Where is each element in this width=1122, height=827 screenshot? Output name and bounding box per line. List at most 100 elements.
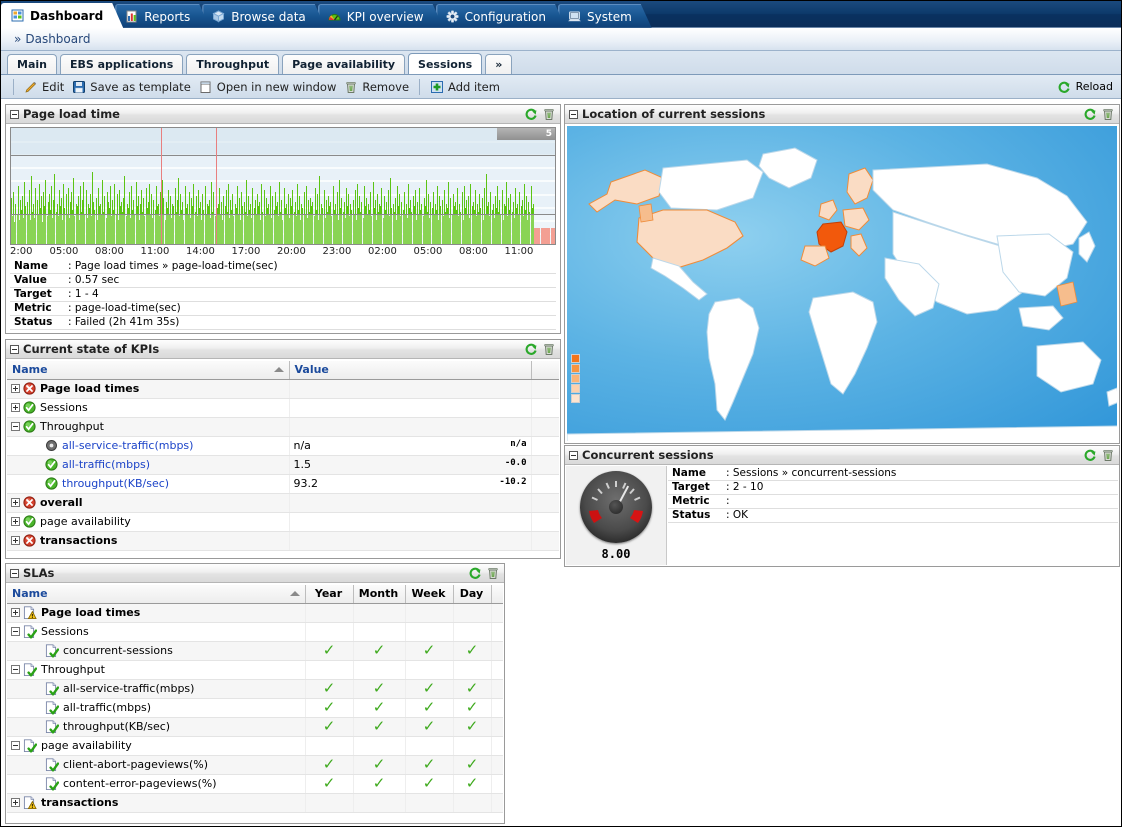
collapse-icon[interactable] [10,568,19,578]
sla-col-header[interactable]: Year [305,585,354,604]
open-in-new-window-button[interactable]: Open in new window [195,77,341,97]
add-item-button[interactable]: Add item [426,77,504,97]
expander-toggle[interactable] [11,384,20,393]
table-row[interactable]: Page load times [7,603,503,623]
table-row[interactable]: all-traffic(mbps) 1.5 -0.0 [7,455,559,475]
trash-icon[interactable] [1101,107,1115,121]
breadcrumb-link-dashboard[interactable]: Dashboard [25,32,90,46]
table-row[interactable]: Sessions [7,622,503,642]
table-row[interactable]: Throughput [7,417,559,437]
kpi-name-cell: Sessions [7,398,290,418]
sla-name-cell: Page load times [7,603,306,623]
expander-toggle[interactable] [11,403,20,412]
collapse-icon[interactable] [10,344,19,354]
chart-range-selector[interactable]: 5 [11,128,555,156]
info-key: Target [668,480,724,495]
main-tab-kpi-overview[interactable]: KPI overview [318,4,444,28]
trash-icon[interactable] [542,107,556,121]
expander-toggle[interactable] [11,517,20,526]
kpi-col-header[interactable] [531,361,559,380]
sla-mark-cell: ✓ [305,774,354,794]
table-row[interactable]: overall [7,493,559,513]
sla-name-label: all-traffic(mbps) [63,701,152,714]
table-row[interactable]: transactions [7,531,559,551]
edit-button[interactable]: Edit [20,77,68,97]
remove-button[interactable]: Remove [340,77,413,97]
table-row[interactable]: transactions [7,793,503,813]
table-row[interactable]: page availability [7,512,559,532]
kpi-col-header[interactable]: Name [7,361,290,380]
sla-col-header[interactable]: Day [453,585,492,604]
trash-icon[interactable] [486,566,500,580]
sla-mark-cell [453,603,492,623]
chart-bar [554,228,555,244]
main-tab-browse-data[interactable]: Browse data [202,4,326,28]
kpi-name-label: page availability [40,515,131,528]
chart-x-tick: 02:00 [368,246,397,257]
sla-spacer-cell [491,622,503,642]
main-tab-system[interactable]: System [558,4,652,28]
expander-toggle[interactable] [11,536,20,545]
world-map[interactable] [567,126,1117,441]
collapse-icon[interactable] [569,109,578,119]
sla-col-header[interactable]: Month [353,585,406,604]
trash-icon[interactable] [1101,448,1115,462]
refresh-icon[interactable] [524,107,538,121]
dashboard-tab-page-availability[interactable]: Page availability [282,54,406,74]
trash-icon[interactable] [542,342,556,356]
expander-toggle[interactable] [11,608,20,617]
save-as-template-button[interactable]: Save as template [68,77,195,97]
main-tab-reports[interactable]: Reports [115,4,210,28]
sla-mark-cell [405,793,454,813]
table-row[interactable]: page availability [7,736,503,756]
sla-col-header[interactable]: Week [405,585,454,604]
refresh-icon[interactable] [1083,448,1097,462]
kpi-name-label[interactable]: all-service-traffic(mbps) [62,439,193,452]
refresh-icon[interactable] [468,566,482,580]
table-row[interactable]: Throughput [7,660,503,680]
kpi-name-label[interactable]: throughput(KB/sec) [62,477,169,490]
expander-toggle[interactable] [11,627,20,636]
kpi-col-header[interactable]: Value [289,361,532,380]
page-load-time-chart[interactable]: 5 [10,127,556,245]
main-tab-configuration[interactable]: Configuration [436,4,566,28]
main-tab-dashboard[interactable]: Dashboard [1,3,123,28]
sla-col-header[interactable]: Name [7,585,306,604]
kpi-name-label[interactable]: all-traffic(mbps) [62,458,150,471]
toolbar-divider [13,78,14,95]
table-row[interactable]: concurrent-sessions ✓ ✓ ✓ ✓ [7,641,503,661]
collapse-icon[interactable] [569,450,578,460]
window-icon [199,80,213,94]
expander-toggle[interactable] [11,498,20,507]
check-icon: ✓ [322,717,336,735]
sla-mark-cell: ✓ [353,679,406,699]
table-row[interactable]: throughput(KB/sec) 93.2 -10.2 [7,474,559,494]
dashboard-tab-throughput[interactable]: Throughput [186,54,280,74]
check-doc-icon [23,738,38,753]
refresh-icon[interactable] [1083,107,1097,121]
sla-mark-cell: ✓ [305,755,354,775]
table-row[interactable]: client-abort-pageviews(%) ✓ ✓ ✓ ✓ [7,755,503,775]
dashboard-tab-ebs-applications[interactable]: EBS applications [59,54,184,74]
table-row[interactable]: Page load times [7,379,559,399]
expander-toggle[interactable] [11,741,20,750]
table-row[interactable]: throughput(KB/sec) ✓ ✓ ✓ ✓ [7,717,503,737]
kpi-name-label: overall [40,496,83,509]
table-row[interactable]: content-error-pageviews(%) ✓ ✓ ✓ ✓ [7,774,503,794]
collapse-icon[interactable] [10,109,19,119]
sla-mark-cell: ✓ [305,641,354,661]
sort-ascending-icon [289,591,300,596]
reload-button[interactable]: Reload [1057,80,1113,94]
refresh-icon[interactable] [524,342,538,356]
table-row[interactable]: all-service-traffic(mbps) ✓ ✓ ✓ ✓ [7,679,503,699]
table-row[interactable]: all-traffic(mbps) ✓ ✓ ✓ ✓ [7,698,503,718]
dashboard-tab-sessions[interactable]: Sessions [408,53,483,74]
expander-toggle[interactable] [11,422,20,431]
dashboard-tab-[interactable]: » [485,54,513,74]
expander-toggle[interactable] [11,798,20,807]
dashboard-tab-main[interactable]: Main [7,54,57,74]
dashboard-tab-bar: Main EBS applications Throughput Page avail… [1,51,1121,75]
expander-toggle[interactable] [11,665,20,674]
table-row[interactable]: Sessions [7,398,559,418]
table-row[interactable]: all-service-traffic(mbps) n/a n/a [7,436,559,456]
